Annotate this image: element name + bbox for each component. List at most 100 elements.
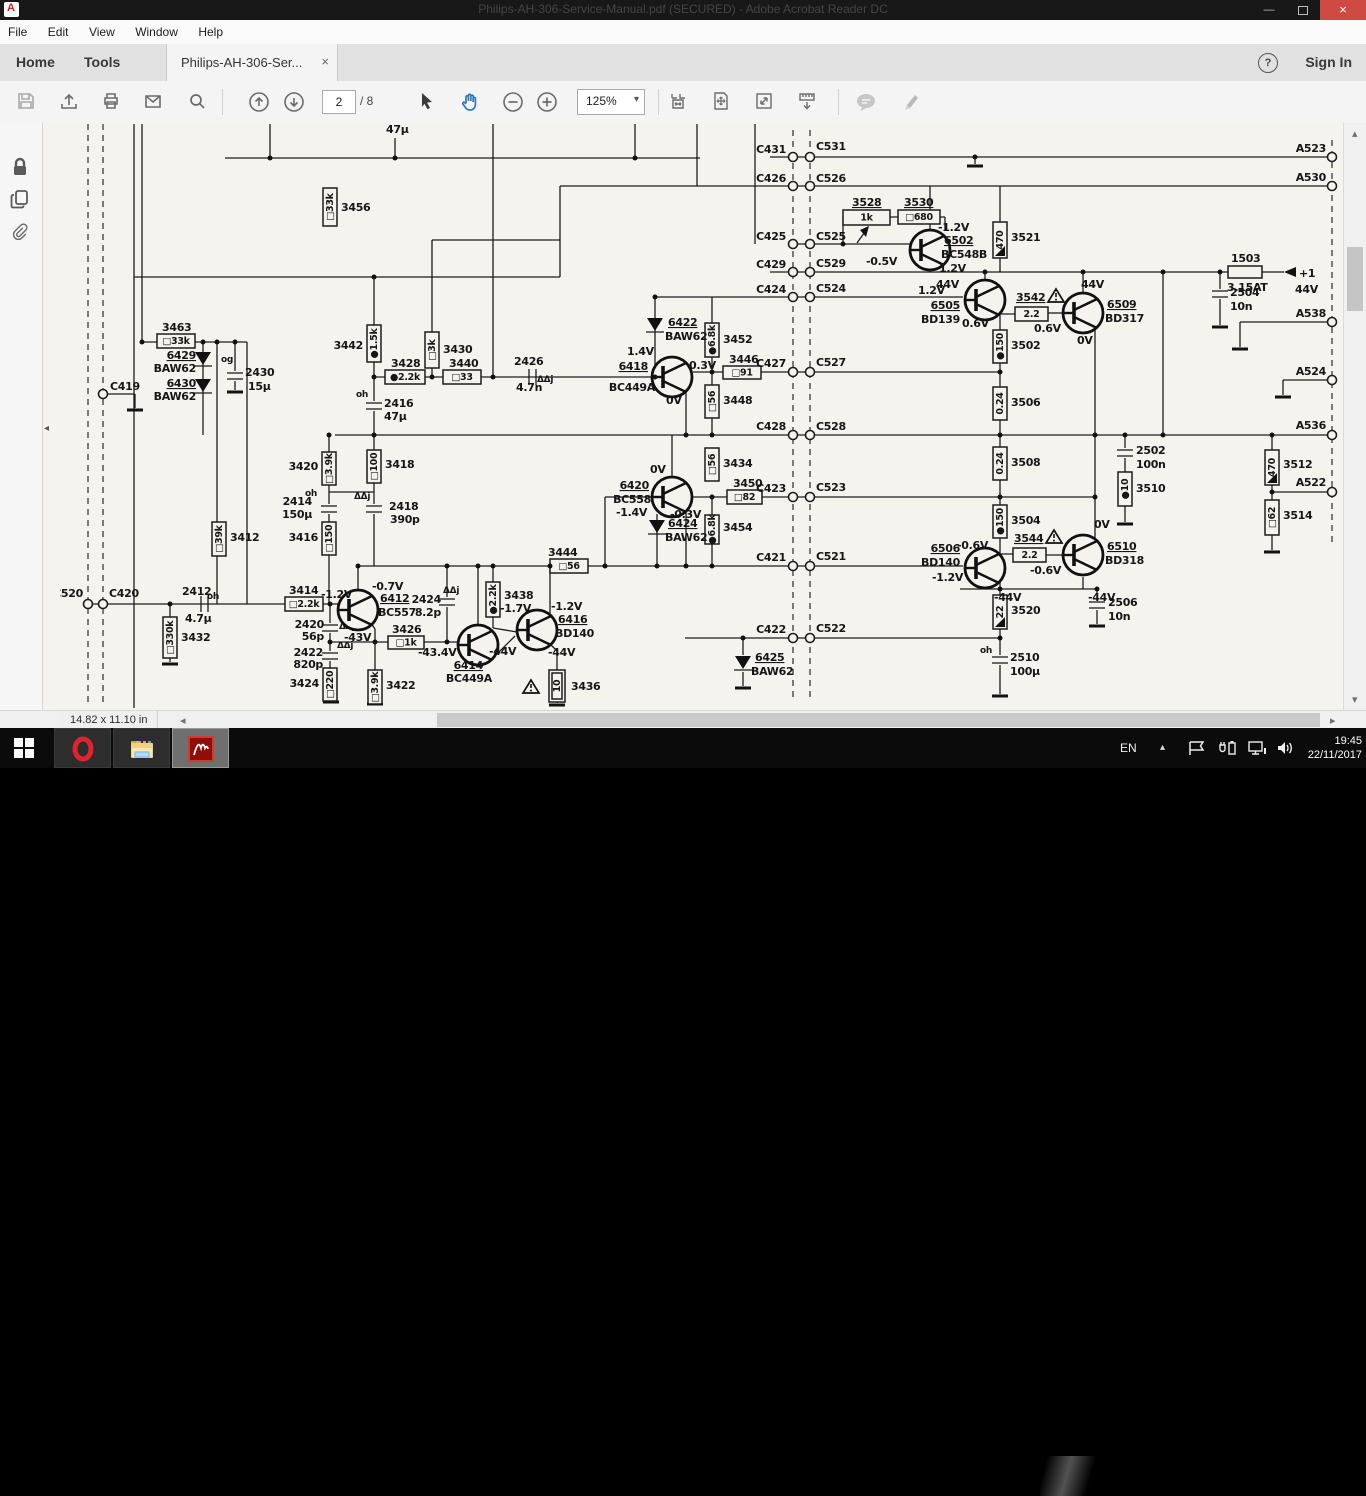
clock[interactable]: 19:45 22/11/2017 — [1296, 728, 1362, 774]
hidden-icons-chevron[interactable]: ▴ — [1160, 728, 1165, 768]
zoom-in-button[interactable] — [533, 89, 561, 115]
tab-home[interactable]: Home — [16, 44, 55, 81]
next-page-button[interactable] — [280, 89, 308, 115]
scroll-down-icon[interactable]: ▾ — [1352, 693, 1358, 706]
tab-document-label: Philips-AH-306-Ser... — [181, 44, 302, 81]
left-pane-toggle-icon[interactable]: ◂ — [44, 418, 56, 440]
svg-text:44V: 44V — [1295, 283, 1319, 296]
svg-text:A522: A522 — [1296, 476, 1326, 489]
svg-text:3508: 3508 — [1011, 456, 1040, 469]
scroll-up-icon[interactable]: ▴ — [1352, 127, 1358, 140]
comment-button[interactable] — [852, 89, 880, 115]
security-lock-button[interactable] — [8, 155, 34, 181]
svg-text:●1.5k: ●1.5k — [369, 328, 380, 359]
horizontal-scroll-thumb[interactable] — [437, 713, 1320, 727]
svg-text:3438: 3438 — [504, 589, 533, 602]
svg-text:□3.9k: □3.9k — [370, 671, 381, 703]
tab-tools[interactable]: Tools — [84, 44, 120, 81]
svg-text:6416: 6416 — [558, 613, 588, 626]
tab-document[interactable]: Philips-AH-306-Ser... × — [166, 44, 338, 81]
help-icon[interactable]: ? — [1258, 53, 1278, 73]
fit-page-icon — [711, 91, 731, 111]
measure-button[interactable] — [793, 89, 821, 115]
svg-text:□91: □91 — [731, 368, 752, 379]
svg-text:C523: C523 — [816, 481, 846, 494]
maximize-button[interactable] — [1286, 0, 1320, 20]
menu-edit[interactable]: Edit — [48, 20, 69, 44]
svg-text:□33k: □33k — [325, 192, 336, 220]
svg-text:-43V: -43V — [344, 631, 372, 644]
menu-view[interactable]: View — [89, 20, 115, 44]
menu-window[interactable]: Window — [135, 20, 178, 44]
svg-text:C525: C525 — [816, 230, 846, 243]
svg-text:0.6V: 0.6V — [1034, 322, 1062, 335]
close-button[interactable]: × — [1320, 0, 1366, 20]
scroll-right-icon[interactable]: ▸ — [1330, 714, 1336, 727]
scroll-left-icon[interactable]: ◂ — [180, 714, 186, 727]
time-label: 19:45 — [1296, 734, 1362, 748]
svg-text:3432: 3432 — [181, 631, 210, 644]
sign-in-button[interactable]: Sign In — [1305, 44, 1352, 81]
print-button[interactable] — [97, 89, 125, 115]
svg-text:3510: 3510 — [1136, 482, 1166, 495]
svg-text:8.2p: 8.2p — [415, 606, 442, 619]
plus-circle-icon — [536, 91, 558, 113]
windows-taskbar: EN ▴ 19:45 22/11/2017 — [0, 728, 1366, 768]
svg-text:0V: 0V — [1094, 518, 1110, 531]
tab-bar: Home Tools Philips-AH-306-Ser... × ? Sig… — [0, 44, 1366, 82]
svg-text:ΔΔj: ΔΔj — [354, 492, 370, 502]
select-tool-button[interactable] — [412, 89, 440, 115]
svg-text:og: og — [221, 355, 233, 365]
fullscreen-button[interactable] — [750, 89, 778, 115]
page-thumbnails-button[interactable] — [8, 187, 34, 213]
language-indicator[interactable]: EN — [1120, 728, 1137, 768]
horizontal-scrollbar[interactable]: 14.82 x 11.10 in ◂ ▸ — [0, 710, 1366, 729]
previous-page-button[interactable] — [245, 89, 273, 115]
svg-text:3544: 3544 — [1014, 532, 1044, 545]
search-button[interactable] — [183, 89, 211, 115]
taskbar-acrobat-button[interactable] — [172, 728, 229, 768]
vertical-scrollbar[interactable]: ▴ ▾ — [1343, 123, 1366, 710]
tab-close-icon[interactable]: × — [321, 54, 329, 69]
taskbar-opera-button[interactable] — [54, 728, 111, 768]
zoom-out-button[interactable] — [499, 89, 527, 115]
menu-help[interactable]: Help — [198, 20, 223, 44]
hand-tool-button[interactable] — [455, 89, 483, 115]
svg-text:BAW62: BAW62 — [665, 330, 707, 343]
svg-text:3436: 3436 — [571, 680, 601, 693]
taskbar-explorer-button[interactable] — [113, 728, 170, 768]
svg-text:-1.4V: -1.4V — [616, 506, 648, 519]
svg-text:BD139: BD139 — [921, 313, 960, 326]
fit-width-icon — [668, 91, 688, 111]
fit-page-button[interactable] — [707, 89, 735, 115]
fit-width-button[interactable] — [664, 89, 692, 115]
svg-text:BD318: BD318 — [1105, 554, 1144, 567]
hand-icon — [458, 91, 480, 113]
svg-text:-44V: -44V — [994, 591, 1022, 604]
highlight-button[interactable] — [897, 89, 925, 115]
minimize-button[interactable]: — — [1252, 0, 1286, 20]
attachments-button[interactable] — [8, 221, 34, 247]
action-center-icon[interactable] — [1188, 740, 1206, 780]
start-button[interactable] — [0, 728, 48, 768]
vertical-scroll-thumb[interactable] — [1347, 247, 1363, 311]
svg-text:3430: 3430 — [443, 343, 473, 356]
svg-text:0V: 0V — [650, 463, 666, 476]
document-page[interactable]: □33k3456□33k3463●1.5k3442□3k3430●2.2k342… — [43, 123, 1343, 710]
share-button[interactable] — [55, 89, 83, 115]
svg-text:C528: C528 — [816, 420, 846, 433]
save-button[interactable] — [12, 89, 40, 115]
zoom-level-dropdown[interactable]: 125% ▾ — [577, 89, 645, 115]
volume-icon[interactable] — [1276, 740, 1296, 780]
svg-text:□3k: □3k — [427, 339, 438, 361]
svg-text:-1.2V: -1.2V — [932, 571, 964, 584]
email-button[interactable] — [139, 89, 167, 115]
network-icon[interactable] — [1248, 740, 1268, 780]
power-icon[interactable] — [1218, 740, 1238, 780]
menu-file[interactable]: File — [8, 20, 27, 44]
page-number-input[interactable] — [322, 90, 356, 114]
svg-text:C431: C431 — [756, 143, 786, 156]
svg-text:BC557: BC557 — [378, 606, 416, 619]
svg-text:oh: oh — [305, 489, 317, 499]
svg-text:●150: ●150 — [995, 332, 1006, 360]
